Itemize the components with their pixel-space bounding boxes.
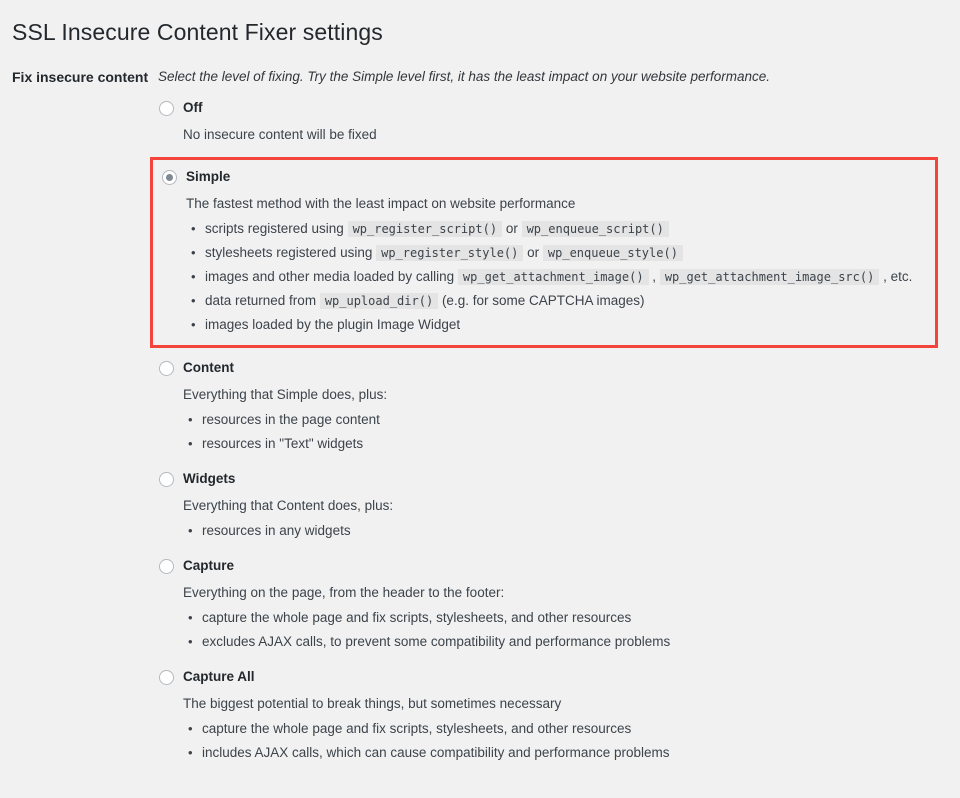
bullet-item: resources in the page content xyxy=(183,408,960,432)
code-snippet: wp_register_script() xyxy=(347,221,503,237)
bullet-text: capture the whole page and fix scripts, … xyxy=(202,610,632,625)
bullet-text: scripts registered using xyxy=(205,221,348,236)
bullet-item: resources in "Text" widgets xyxy=(183,432,960,456)
option-block-widgets[interactable]: Widgets Everything that Content does, plu… xyxy=(158,469,960,543)
settings-row: Fix insecure content Select the level of… xyxy=(0,47,960,765)
bullet-text: capture the whole page and fix scripts, … xyxy=(202,721,632,736)
option-intro-simple: The fastest method with the least impact… xyxy=(186,196,576,211)
radio-capture[interactable] xyxy=(159,558,174,574)
bullet-text: , xyxy=(648,269,660,284)
bullet-text: (e.g. for some CAPTCHA images) xyxy=(438,293,645,308)
bullet-item: excludes AJAX calls, to prevent some com… xyxy=(183,630,960,654)
bullet-item: images loaded by the plugin Image Widget xyxy=(186,313,935,337)
field-body: Select the level of fixing. Try the Simp… xyxy=(150,68,960,765)
option-header-content[interactable]: Content xyxy=(158,358,960,378)
radio-widgets[interactable] xyxy=(159,471,174,487)
option-intro-widgets: Everything that Content does, plus: xyxy=(183,498,394,513)
option-block-capture_all[interactable]: Capture All The biggest potential to brea… xyxy=(158,667,960,765)
option-header-capture[interactable]: Capture xyxy=(158,556,960,576)
bullet-text: images loaded by the plugin Image Widget xyxy=(205,317,461,332)
bullet-item: stylesheets registered using wp_register… xyxy=(186,241,935,265)
option-header-off[interactable]: Off xyxy=(158,98,960,118)
fix-level-radio-group: Off No insecure content will be fixed Simp… xyxy=(150,98,960,765)
option-label-off: Off xyxy=(183,100,203,115)
field-label: Fix insecure content xyxy=(12,69,149,85)
page-title: SSL Insecure Content Fixer settings xyxy=(12,19,383,45)
bullet-item: resources in any widgets xyxy=(183,519,960,543)
bullet-text: images and other media loaded by calling xyxy=(205,269,458,284)
option-body-capture_all: The biggest potential to break things, b… xyxy=(158,687,960,765)
radio-capture_all[interactable] xyxy=(159,669,174,685)
code-snippet: wp_get_attachment_image() xyxy=(457,269,649,285)
bullet-item: data returned from wp_upload_dir() (e.g.… xyxy=(186,289,935,313)
option-body-off: No insecure content will be fixed xyxy=(158,118,960,144)
option-bullets-simple: scripts registered using wp_register_scr… xyxy=(186,217,935,337)
option-intro-off: No insecure content will be fixed xyxy=(183,127,377,142)
option-intro-capture: Everything on the page, from the header … xyxy=(183,585,505,600)
bullet-item: scripts registered using wp_register_scr… xyxy=(186,217,935,241)
bullet-text: , etc. xyxy=(879,269,913,284)
code-snippet: wp_enqueue_script() xyxy=(521,221,669,237)
option-block-content[interactable]: Content Everything that Simple does, plus… xyxy=(158,358,960,456)
option-bullets-content: resources in the page content resources i… xyxy=(183,408,960,456)
bullet-item: capture the whole page and fix scripts, … xyxy=(183,606,960,630)
option-header-simple[interactable]: Simple xyxy=(161,167,935,187)
radio-off[interactable] xyxy=(159,100,174,116)
option-block-off[interactable]: Off No insecure content will be fixed xyxy=(158,98,960,144)
option-bullets-capture_all: capture the whole page and fix scripts, … xyxy=(183,717,960,765)
radio-simple[interactable] xyxy=(162,169,177,185)
option-bullets-widgets: resources in any widgets xyxy=(183,519,960,543)
bullet-text: or xyxy=(502,221,522,236)
option-body-content: Everything that Simple does, plus: resour… xyxy=(158,378,960,456)
option-header-capture_all[interactable]: Capture All xyxy=(158,667,960,687)
option-intro-content: Everything that Simple does, plus: xyxy=(183,387,388,402)
code-snippet: wp_get_attachment_image_src() xyxy=(659,269,880,285)
bullet-item: capture the whole page and fix scripts, … xyxy=(183,717,960,741)
option-block-capture[interactable]: Capture Everything on the page, from the … xyxy=(158,556,960,654)
bullet-text: or xyxy=(523,245,543,260)
option-label-widgets: Widgets xyxy=(183,471,236,486)
option-body-capture: Everything on the page, from the header … xyxy=(158,576,960,654)
option-header-widgets[interactable]: Widgets xyxy=(158,469,960,489)
option-label-content: Content xyxy=(183,360,234,375)
field-description: Select the level of fixing. Try the Simp… xyxy=(158,69,771,84)
bullet-text: resources in the page content xyxy=(202,412,380,427)
bullet-text: data returned from xyxy=(205,293,320,308)
option-intro-capture_all: The biggest potential to break things, b… xyxy=(183,696,562,711)
option-body-widgets: Everything that Content does, plus: resou… xyxy=(158,489,960,543)
option-block-simple[interactable]: Simple The fastest method with the least … xyxy=(150,157,938,348)
option-bullets-capture: capture the whole page and fix scripts, … xyxy=(183,606,960,654)
option-label-capture: Capture xyxy=(183,558,235,573)
bullet-text: resources in any widgets xyxy=(202,523,351,538)
option-label-simple: Simple xyxy=(186,169,231,184)
option-label-capture_all: Capture All xyxy=(183,669,255,684)
option-body-simple: The fastest method with the least impact… xyxy=(161,187,935,337)
bullet-text: excludes AJAX calls, to prevent some com… xyxy=(202,634,671,649)
bullet-text: includes AJAX calls, which can cause com… xyxy=(202,745,670,760)
code-snippet: wp_upload_dir() xyxy=(319,293,439,309)
bullet-text: stylesheets registered using xyxy=(205,245,377,260)
code-snippet: wp_enqueue_style() xyxy=(542,245,683,261)
bullet-text: resources in "Text" widgets xyxy=(202,436,364,451)
radio-content[interactable] xyxy=(159,360,174,376)
code-snippet: wp_register_style() xyxy=(376,245,524,261)
bullet-item: includes AJAX calls, which can cause com… xyxy=(183,741,960,765)
bullet-item: images and other media loaded by calling… xyxy=(186,265,935,289)
